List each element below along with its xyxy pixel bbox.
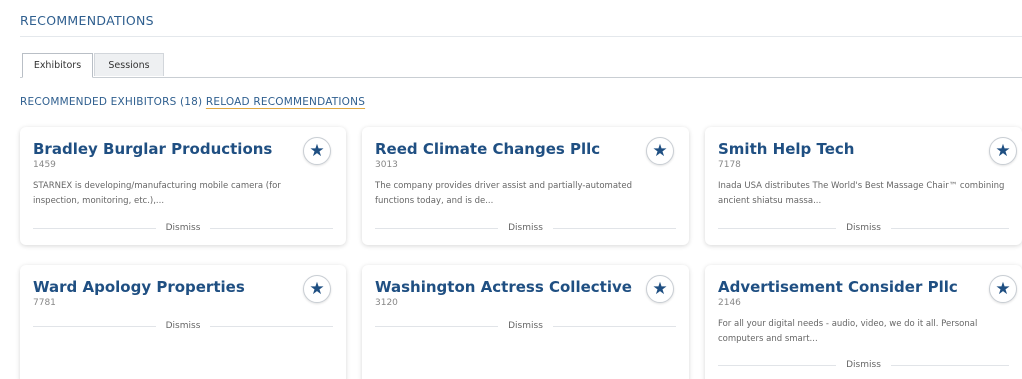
title-divider xyxy=(20,36,1022,37)
tab-bar: Exhibitors Sessions xyxy=(20,53,1022,78)
favorite-button[interactable]: ★ xyxy=(303,275,331,303)
reload-recommendations-link[interactable]: RELOAD RECOMMENDATIONS xyxy=(206,96,365,108)
favorite-button[interactable]: ★ xyxy=(989,137,1017,165)
star-icon: ★ xyxy=(652,278,668,299)
favorite-button[interactable]: ★ xyxy=(646,275,674,303)
exhibitor-id: 3013 xyxy=(375,160,398,170)
divider xyxy=(718,227,837,229)
exhibitor-card[interactable]: Bradley Burglar Productions 1459 STARNEX… xyxy=(20,127,346,245)
dismiss-row: Dismiss xyxy=(718,221,1010,235)
recommended-exhibitors-count: RECOMMENDED EXHIBITORS (18) xyxy=(20,96,203,108)
dismiss-row: Dismiss xyxy=(375,319,677,333)
exhibitor-description: Inada USA distributes The World's Best M… xyxy=(718,181,1005,206)
divider xyxy=(890,364,1010,366)
divider xyxy=(210,325,334,327)
dismiss-button[interactable]: Dismiss xyxy=(498,321,553,331)
dismiss-row: Dismiss xyxy=(33,221,334,235)
exhibitor-card[interactable]: Reed Climate Changes Pllc 3013 The compa… xyxy=(362,127,689,245)
dismiss-row: Dismiss xyxy=(375,221,677,235)
divider xyxy=(718,364,837,366)
dismiss-row: Dismiss xyxy=(718,358,1010,372)
star-icon: ★ xyxy=(652,140,668,161)
exhibitor-id: 7781 xyxy=(33,298,56,308)
exhibitor-name[interactable]: Bradley Burglar Productions xyxy=(33,140,272,158)
divider xyxy=(33,227,156,229)
divider xyxy=(552,227,677,229)
recommended-exhibitors-header: RECOMMENDED EXHIBITORS (18) RELOAD RECOM… xyxy=(20,96,365,108)
favorite-button[interactable]: ★ xyxy=(646,137,674,165)
exhibitor-description: STARNEX is developing/manufacturing mobi… xyxy=(33,181,281,206)
favorite-button[interactable]: ★ xyxy=(989,275,1017,303)
tab-sessions[interactable]: Sessions xyxy=(94,53,164,76)
exhibitor-description: The company provides driver assist and p… xyxy=(375,181,632,206)
divider xyxy=(210,227,334,229)
divider xyxy=(890,227,1010,229)
recommendations-page: RECOMMENDATIONS Exhibitors Sessions RECO… xyxy=(0,0,1022,379)
favorite-button[interactable]: ★ xyxy=(303,137,331,165)
exhibitor-card[interactable]: Washington Actress Collective 3120 ★ Dis… xyxy=(362,265,689,379)
exhibitor-card[interactable]: Advertisement Consider Pllc 2146 For all… xyxy=(705,265,1022,379)
dismiss-button[interactable]: Dismiss xyxy=(836,223,891,233)
dismiss-button[interactable]: Dismiss xyxy=(498,223,553,233)
exhibitor-description: For all your digital needs - audio, vide… xyxy=(718,319,978,344)
exhibitor-id: 3120 xyxy=(375,298,398,308)
star-icon: ★ xyxy=(309,278,325,299)
divider xyxy=(375,325,499,327)
section-title: RECOMMENDATIONS xyxy=(20,13,154,28)
exhibitor-name[interactable]: Washington Actress Collective xyxy=(375,278,632,296)
exhibitor-id: 7178 xyxy=(718,160,741,170)
exhibitor-name[interactable]: Ward Apology Properties xyxy=(33,278,245,296)
tab-exhibitors[interactable]: Exhibitors xyxy=(22,53,93,78)
exhibitor-id: 2146 xyxy=(718,298,741,308)
divider xyxy=(375,227,499,229)
dismiss-button[interactable]: Dismiss xyxy=(156,223,211,233)
exhibitor-name[interactable]: Advertisement Consider Pllc xyxy=(718,278,958,296)
exhibitor-card[interactable]: Smith Help Tech 7178 Inada USA distribut… xyxy=(705,127,1022,245)
dismiss-button[interactable]: Dismiss xyxy=(836,360,891,370)
dismiss-button[interactable]: Dismiss xyxy=(156,321,211,331)
divider xyxy=(552,325,677,327)
star-icon: ★ xyxy=(995,278,1011,299)
dismiss-row: Dismiss xyxy=(33,319,334,333)
star-icon: ★ xyxy=(309,140,325,161)
star-icon: ★ xyxy=(995,140,1011,161)
exhibitor-id: 1459 xyxy=(33,160,56,170)
exhibitor-name[interactable]: Smith Help Tech xyxy=(718,140,854,158)
divider xyxy=(33,325,156,327)
exhibitor-card[interactable]: Ward Apology Properties 7781 ★ Dismiss xyxy=(20,265,346,379)
exhibitor-name[interactable]: Reed Climate Changes Pllc xyxy=(375,140,600,158)
